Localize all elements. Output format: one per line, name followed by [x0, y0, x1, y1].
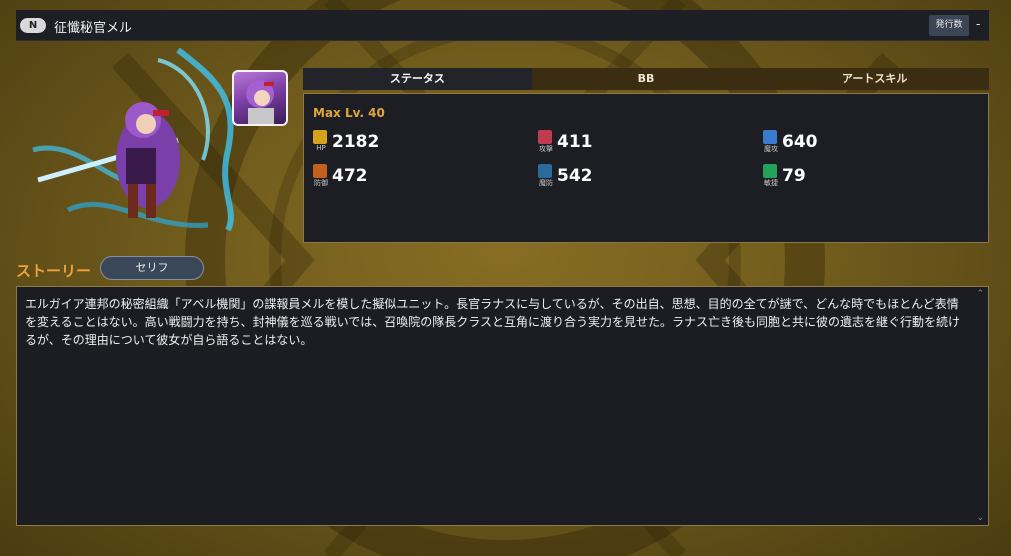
issue-count-button[interactable]: 発行数 — [929, 15, 969, 36]
unit-thumbnail[interactable] — [232, 70, 288, 126]
serif-button[interactable]: セリフ — [100, 256, 204, 280]
tab-status[interactable]: ステータス — [303, 68, 532, 90]
chevron-up-icon[interactable]: ⌃ — [976, 289, 984, 299]
agility-icon — [763, 164, 777, 178]
stat-label: 魔攻 — [764, 145, 778, 153]
hp-icon — [313, 130, 327, 144]
issue-count-value: - — [976, 17, 981, 31]
unit-sprite — [28, 40, 268, 240]
stat-value: 79 — [782, 166, 806, 186]
status-panel: Max Lv. 40 HP 2182 攻撃 411 魔攻 640 防御 472 … — [303, 93, 989, 243]
story-text: エルガイア連邦の秘密組織「アベル機関」の諜報員メルを模した擬似ユニット。長官ラナ… — [25, 297, 961, 347]
stat-label: 攻撃 — [539, 145, 553, 153]
stat-value: 542 — [557, 166, 593, 186]
stat-label: HP — [316, 144, 326, 152]
stat-value: 411 — [557, 132, 593, 152]
rarity-badge: N — [20, 18, 46, 33]
stat-label: 魔防 — [539, 179, 553, 187]
stat-value: 472 — [332, 166, 368, 186]
unit-name: 征懺秘官メル — [54, 21, 133, 36]
stat-value: 2182 — [332, 132, 380, 152]
stat-value: 640 — [782, 132, 818, 152]
story-heading: ストーリー — [16, 262, 92, 280]
magic-defense-icon — [538, 164, 552, 178]
max-level: Max Lv. 40 — [313, 106, 385, 120]
chevron-down-icon[interactable]: ⌄ — [976, 513, 984, 523]
unit-header: N 征懺秘官メル 発行数 - — [16, 10, 989, 41]
tab-bb[interactable]: BB — [532, 68, 761, 90]
attack-icon — [538, 130, 552, 144]
detail-tabs: ステータス BB アートスキル — [303, 68, 989, 90]
defense-icon — [313, 164, 327, 178]
magic-attack-icon — [763, 130, 777, 144]
stat-label: 防御 — [314, 179, 328, 187]
tab-art-skill[interactable]: アートスキル — [760, 68, 989, 90]
story-textarea[interactable]: エルガイア連邦の秘密組織「アベル機関」の諜報員メルを模した擬似ユニット。長官ラナ… — [16, 286, 989, 526]
stat-label: 敏捷 — [764, 179, 778, 187]
